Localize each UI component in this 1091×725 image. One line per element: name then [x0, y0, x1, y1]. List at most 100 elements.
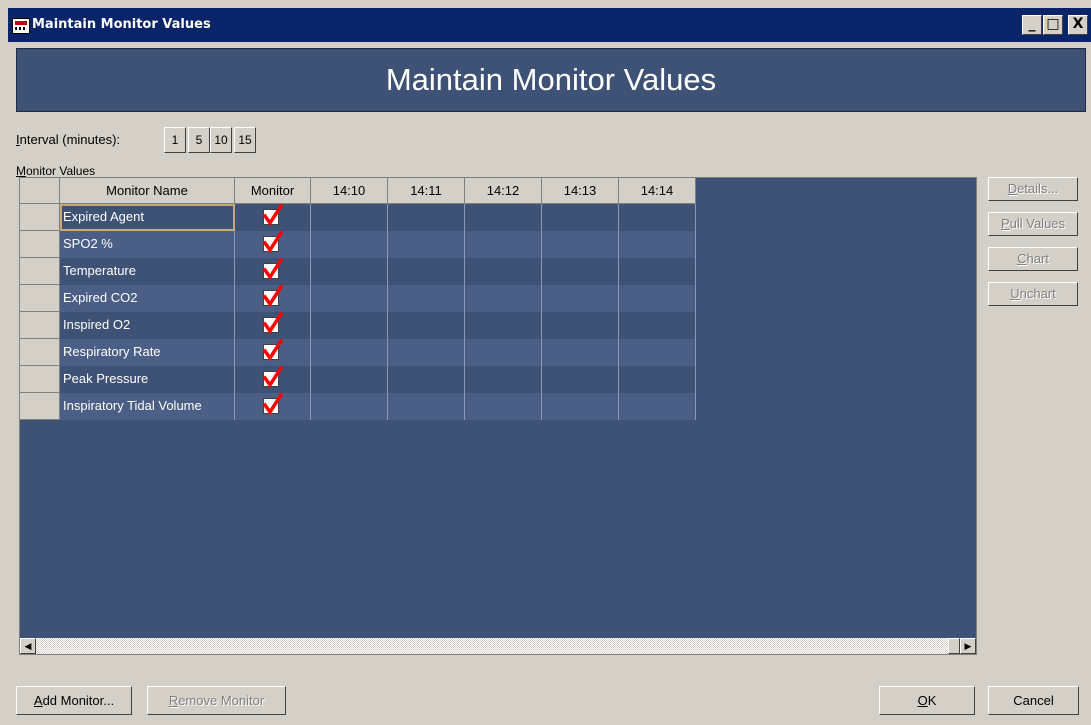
- value-cell[interactable]: [619, 339, 696, 366]
- value-cell[interactable]: [388, 366, 465, 393]
- grid-corner-cell[interactable]: [20, 178, 60, 204]
- value-cell[interactable]: [311, 312, 388, 339]
- column-header-time[interactable]: 14:14: [619, 178, 696, 204]
- interval-option-1[interactable]: 1: [164, 127, 186, 153]
- checkmark-icon[interactable]: [263, 231, 283, 253]
- interval-option-10[interactable]: 10: [210, 127, 232, 153]
- monitor-values-grid[interactable]: Monitor Name Monitor 14:10 14:11 14:12 1…: [19, 177, 977, 655]
- value-cell[interactable]: [542, 285, 619, 312]
- checkmark-icon[interactable]: [263, 285, 283, 307]
- value-cell[interactable]: [542, 339, 619, 366]
- monitor-name-cell[interactable]: Peak Pressure: [60, 366, 235, 393]
- value-cell[interactable]: [465, 312, 542, 339]
- interval-option-15[interactable]: 15: [234, 127, 256, 153]
- value-cell[interactable]: [542, 366, 619, 393]
- checkmark-icon[interactable]: [263, 366, 283, 388]
- monitor-name-cell[interactable]: SPO2 %: [60, 231, 235, 258]
- checkmark-icon[interactable]: [263, 393, 283, 415]
- value-cell[interactable]: [542, 393, 619, 420]
- monitor-name-cell[interactable]: Temperature: [60, 258, 235, 285]
- table-row[interactable]: Peak Pressure: [20, 366, 696, 393]
- row-header-cell[interactable]: [20, 366, 60, 393]
- row-header-cell[interactable]: [20, 393, 60, 420]
- details-button[interactable]: Details...: [988, 177, 1078, 201]
- row-header-cell[interactable]: [20, 312, 60, 339]
- table-row[interactable]: Respiratory Rate: [20, 339, 696, 366]
- value-cell[interactable]: [311, 258, 388, 285]
- minimize-button[interactable]: _: [1022, 15, 1042, 35]
- value-cell[interactable]: [465, 285, 542, 312]
- scroll-left-icon[interactable]: ◀: [20, 638, 36, 654]
- value-cell[interactable]: [311, 204, 388, 231]
- row-header-cell[interactable]: [20, 258, 60, 285]
- value-cell[interactable]: [465, 258, 542, 285]
- column-header-time[interactable]: 14:10: [311, 178, 388, 204]
- value-cell[interactable]: [388, 312, 465, 339]
- monitor-name-cell[interactable]: Respiratory Rate: [60, 339, 235, 366]
- column-header-time[interactable]: 14:12: [465, 178, 542, 204]
- pull-values-button[interactable]: Pull Values: [988, 212, 1078, 236]
- checkmark-icon[interactable]: [263, 258, 283, 280]
- value-cell[interactable]: [388, 285, 465, 312]
- value-cell[interactable]: [619, 366, 696, 393]
- cancel-button[interactable]: Cancel: [988, 686, 1079, 715]
- maximize-button[interactable]: □: [1043, 15, 1063, 35]
- value-cell[interactable]: [465, 231, 542, 258]
- scroll-thumb[interactable]: [948, 638, 960, 654]
- column-header-monitor-name[interactable]: Monitor Name: [60, 178, 235, 204]
- table-row[interactable]: Inspired O2: [20, 312, 696, 339]
- value-cell[interactable]: [619, 285, 696, 312]
- row-header-cell[interactable]: [20, 231, 60, 258]
- value-cell[interactable]: [388, 339, 465, 366]
- value-cell[interactable]: [388, 231, 465, 258]
- value-cell[interactable]: [542, 258, 619, 285]
- value-cell[interactable]: [619, 204, 696, 231]
- table-row[interactable]: Expired CO2: [20, 285, 696, 312]
- column-header-time[interactable]: 14:11: [388, 178, 465, 204]
- value-cell[interactable]: [619, 393, 696, 420]
- table-row[interactable]: Temperature: [20, 258, 696, 285]
- checkmark-icon[interactable]: [263, 339, 283, 361]
- unchart-button[interactable]: Unchart: [988, 282, 1078, 306]
- value-cell[interactable]: [542, 204, 619, 231]
- value-cell[interactable]: [388, 258, 465, 285]
- value-cell[interactable]: [465, 393, 542, 420]
- monitor-name-cell[interactable]: Expired CO2: [60, 285, 235, 312]
- checkmark-icon[interactable]: [263, 204, 283, 226]
- column-header-time[interactable]: 14:13: [542, 178, 619, 204]
- monitor-name-cell[interactable]: Inspired O2: [60, 312, 235, 339]
- title-bar[interactable]: Maintain Monitor Values _ □ X: [8, 8, 1091, 42]
- add-monitor-button[interactable]: Add Monitor...: [16, 686, 132, 715]
- column-header-monitor[interactable]: Monitor: [235, 178, 311, 204]
- remove-monitor-button[interactable]: Remove Monitor: [147, 686, 286, 715]
- ok-button[interactable]: OK: [879, 686, 975, 715]
- scroll-right-icon[interactable]: ▶: [960, 638, 976, 654]
- value-cell[interactable]: [388, 393, 465, 420]
- value-cell[interactable]: [311, 366, 388, 393]
- value-cell[interactable]: [311, 231, 388, 258]
- value-cell[interactable]: [619, 258, 696, 285]
- monitor-name-cell[interactable]: Inspiratory Tidal Volume: [60, 393, 235, 420]
- value-cell[interactable]: [619, 312, 696, 339]
- value-cell[interactable]: [542, 312, 619, 339]
- value-cell[interactable]: [311, 393, 388, 420]
- row-header-cell[interactable]: [20, 285, 60, 312]
- chart-button[interactable]: Chart: [988, 247, 1078, 271]
- interval-option-5[interactable]: 5: [188, 127, 210, 153]
- value-cell[interactable]: [465, 204, 542, 231]
- value-cell[interactable]: [465, 339, 542, 366]
- table-row[interactable]: SPO2 %: [20, 231, 696, 258]
- value-cell[interactable]: [619, 231, 696, 258]
- close-button[interactable]: X: [1068, 15, 1088, 35]
- value-cell[interactable]: [311, 285, 388, 312]
- value-cell[interactable]: [311, 339, 388, 366]
- value-cell[interactable]: [542, 231, 619, 258]
- value-cell[interactable]: [388, 204, 465, 231]
- row-header-cell[interactable]: [20, 204, 60, 231]
- checkmark-icon[interactable]: [263, 312, 283, 334]
- value-cell[interactable]: [465, 366, 542, 393]
- table-row[interactable]: Expired Agent: [20, 204, 696, 231]
- monitor-name-cell[interactable]: Expired Agent: [60, 204, 235, 231]
- row-header-cell[interactable]: [20, 339, 60, 366]
- table-row[interactable]: Inspiratory Tidal Volume: [20, 393, 696, 420]
